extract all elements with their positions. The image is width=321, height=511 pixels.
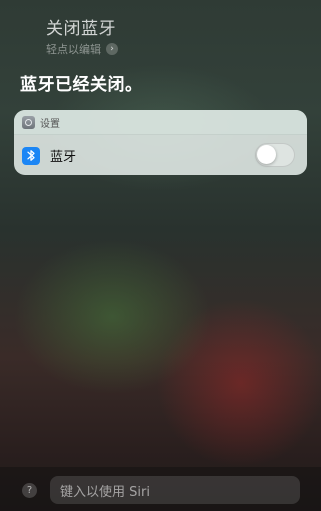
bluetooth-toggle[interactable]: [255, 143, 295, 167]
toggle-knob: [257, 145, 276, 164]
settings-card: 设置 蓝牙: [14, 110, 307, 175]
bluetooth-icon: [22, 146, 40, 165]
help-button[interactable]: ?: [22, 483, 37, 498]
settings-gear-icon: [22, 115, 35, 129]
card-app-name: 设置: [40, 118, 60, 130]
tap-to-edit-row[interactable]: 轻点以编辑 ›: [46, 41, 118, 57]
siri-query-text[interactable]: 关闭蓝牙: [46, 14, 116, 39]
type-to-siri-field[interactable]: 键入以使用 Siri: [50, 476, 300, 504]
chevron-right-icon[interactable]: ›: [106, 43, 118, 55]
bluetooth-label: 蓝牙: [50, 150, 77, 165]
siri-response-text: 蓝牙已经关闭。: [20, 75, 143, 95]
tap-to-edit-label: 轻点以编辑: [46, 43, 101, 56]
bluetooth-row[interactable]: 蓝牙: [14, 135, 307, 175]
type-to-siri-placeholder: 键入以使用 Siri: [60, 484, 150, 500]
siri-bottom-bar: ? 键入以使用 Siri: [0, 467, 321, 511]
card-header: 设置: [14, 110, 307, 135]
